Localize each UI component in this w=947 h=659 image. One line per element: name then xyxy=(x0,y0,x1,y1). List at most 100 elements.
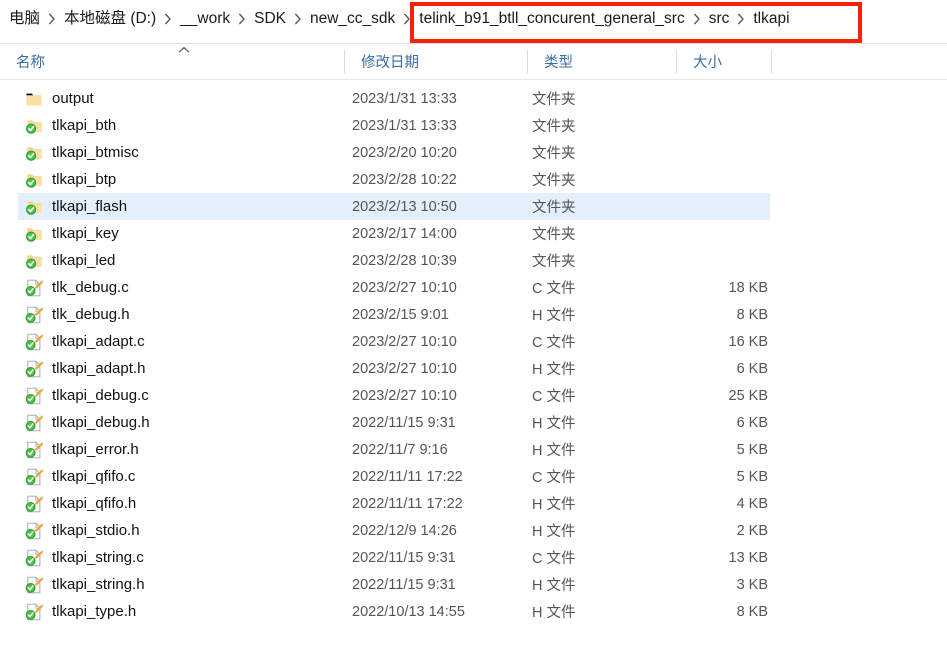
file-name-label: tlkapi_bth xyxy=(52,117,117,134)
cell-name[interactable]: tlkapi_adapt.h xyxy=(24,355,145,382)
cell-date-modified: 2023/2/27 10:10 xyxy=(352,279,457,296)
sort-ascending-icon xyxy=(178,46,190,54)
cell-name[interactable]: tlkapi_qfifo.h xyxy=(24,490,136,517)
file-list-row[interactable]: tlkapi_type.h 2022/10/13 14:55 H 文件 8 KB xyxy=(0,598,947,625)
file-list[interactable]: output 2023/1/31 13:33 文件夹 tlkapi_bth 2023/1… xyxy=(0,85,947,645)
breadcrumb-item[interactable]: new_cc_sdk xyxy=(307,7,398,31)
breadcrumb-item[interactable]: 本地磁盘 (D:) xyxy=(61,7,159,31)
chevron-right-icon[interactable] xyxy=(233,13,251,25)
source-file-checked-icon xyxy=(24,602,44,622)
cell-type: 文件夹 xyxy=(532,92,576,108)
file-name-label: tlkapi_string.c xyxy=(52,549,144,566)
cell-name[interactable]: tlkapi_qfifo.c xyxy=(24,463,135,490)
file-list-row[interactable]: tlkapi_btmisc 2023/2/20 10:20 文件夹 xyxy=(0,139,947,166)
file-name-label: tlkapi_flash xyxy=(52,198,128,215)
cell-type: H 文件 xyxy=(532,308,576,324)
file-list-row[interactable]: tlkapi_qfifo.c 2022/11/11 17:22 C 文件 5 KB xyxy=(0,463,947,490)
cell-size: 3 KB xyxy=(736,576,768,593)
column-header-size[interactable]: 大小 xyxy=(677,44,771,79)
cell-name[interactable]: tlkapi_key xyxy=(24,220,119,247)
file-list-row[interactable]: tlkapi_adapt.h 2023/2/27 10:10 H 文件 6 KB xyxy=(0,355,947,382)
file-list-row[interactable]: tlk_debug.h 2023/2/15 9:01 H 文件 8 KB xyxy=(0,301,947,328)
breadcrumb-item[interactable]: 电脑 xyxy=(6,7,43,31)
breadcrumb-item[interactable]: tlkapi xyxy=(750,7,792,31)
breadcrumb-item[interactable]: src xyxy=(706,7,733,31)
source-file-checked-icon xyxy=(24,305,44,325)
cell-date-modified: 2023/2/17 14:00 xyxy=(352,225,457,242)
breadcrumb[interactable]: 电脑 本地磁盘 (D:) __work SDK new_cc_sdk telink_b91… xyxy=(0,0,947,38)
file-list-row[interactable]: tlkapi_string.c 2022/11/15 9:31 C 文件 13 KB xyxy=(0,544,947,571)
cell-name[interactable]: tlkapi_error.h xyxy=(24,436,139,463)
cell-name[interactable]: tlkapi_string.c xyxy=(24,544,144,571)
file-name-label: output xyxy=(52,90,94,107)
cell-name[interactable]: output xyxy=(24,85,94,112)
cell-date-modified: 2022/11/15 9:31 xyxy=(352,576,456,593)
cell-name[interactable]: tlkapi_string.h xyxy=(24,571,145,598)
cell-name[interactable]: tlkapi_btp xyxy=(24,166,116,193)
cell-type: H 文件 xyxy=(532,416,576,432)
column-header-name[interactable]: 名称 xyxy=(0,44,344,79)
file-list-row[interactable]: tlkapi_debug.c 2023/2/27 10:10 C 文件 25 KB xyxy=(0,382,947,409)
chevron-right-icon[interactable] xyxy=(732,13,750,25)
file-list-row[interactable]: tlkapi_stdio.h 2022/12/9 14:26 H 文件 2 KB xyxy=(0,517,947,544)
file-list-row[interactable]: tlk_debug.c 2023/2/27 10:10 C 文件 18 KB xyxy=(0,274,947,301)
file-explorer-window: 电脑 本地磁盘 (D:) __work SDK new_cc_sdk telink_b91… xyxy=(0,0,947,659)
file-name-label: tlkapi_debug.h xyxy=(52,414,150,431)
file-list-row[interactable]: output 2023/1/31 13:33 文件夹 xyxy=(0,85,947,112)
column-divider-size[interactable] xyxy=(771,50,772,73)
file-list-row[interactable]: tlkapi_btp 2023/2/28 10:22 文件夹 xyxy=(0,166,947,193)
cell-name[interactable]: tlkapi_type.h xyxy=(24,598,136,625)
cell-name[interactable]: tlkapi_flash xyxy=(24,193,127,220)
source-file-checked-icon xyxy=(24,386,44,406)
cell-name[interactable]: tlkapi_led xyxy=(24,247,115,274)
cell-name[interactable]: tlkapi_debug.h xyxy=(24,409,150,436)
cell-name[interactable]: tlkapi_adapt.c xyxy=(24,328,145,355)
file-list-row[interactable]: tlkapi_led 2023/2/28 10:39 文件夹 xyxy=(0,247,947,274)
cell-type: 文件夹 xyxy=(532,227,576,243)
file-list-row[interactable]: tlkapi_flash 2023/2/13 10:50 文件夹 xyxy=(0,193,947,220)
cell-size xyxy=(616,220,768,247)
cell-size: 8 KB xyxy=(736,306,768,323)
file-name-label: tlkapi_error.h xyxy=(52,441,139,458)
cell-name[interactable]: tlkapi_debug.c xyxy=(24,382,149,409)
cell-type: 文件夹 xyxy=(532,254,576,270)
file-list-row[interactable]: tlkapi_qfifo.h 2022/11/11 17:22 H 文件 4 KB xyxy=(0,490,947,517)
file-list-row[interactable]: tlkapi_key 2023/2/17 14:00 文件夹 xyxy=(0,220,947,247)
cell-name[interactable]: tlk_debug.h xyxy=(24,301,130,328)
column-header-row: 名称 修改日期 类型 大小 xyxy=(0,44,947,79)
file-list-row[interactable]: tlkapi_debug.h 2022/11/15 9:31 H 文件 6 KB xyxy=(0,409,947,436)
file-list-row[interactable]: tlkapi_string.h 2022/11/15 9:31 H 文件 3 KB xyxy=(0,571,947,598)
cell-date-modified: 2023/2/15 9:01 xyxy=(352,306,449,323)
cell-type: C 文件 xyxy=(532,389,576,405)
file-list-row[interactable]: tlkapi_adapt.c 2023/2/27 10:10 C 文件 16 KB xyxy=(0,328,947,355)
file-name-label: tlkapi_btmisc xyxy=(52,144,139,161)
cell-name[interactable]: tlk_debug.c xyxy=(24,274,129,301)
column-header-date-modified[interactable]: 修改日期 xyxy=(345,44,527,79)
cell-date-modified: 2023/2/27 10:10 xyxy=(352,387,457,404)
cell-name[interactable]: tlkapi_bth xyxy=(24,112,116,139)
breadcrumb-item[interactable]: SDK xyxy=(251,7,289,31)
cell-name[interactable]: tlkapi_stdio.h xyxy=(24,517,140,544)
cell-date-modified: 2022/12/9 14:26 xyxy=(352,522,457,539)
cell-size: 25 KB xyxy=(728,387,769,404)
file-list-row[interactable]: tlkapi_error.h 2022/11/7 9:16 H 文件 5 KB xyxy=(0,436,947,463)
cell-date-modified: 2022/10/13 14:55 xyxy=(352,603,465,620)
chevron-right-icon[interactable] xyxy=(159,13,177,25)
chevron-right-icon[interactable] xyxy=(688,13,706,25)
chevron-right-icon[interactable] xyxy=(289,13,307,25)
chevron-right-icon[interactable] xyxy=(43,13,61,25)
chevron-right-icon[interactable] xyxy=(398,13,416,25)
source-file-checked-icon xyxy=(24,494,44,514)
cell-date-modified: 2023/2/27 10:10 xyxy=(352,333,457,350)
cell-name[interactable]: tlkapi_btmisc xyxy=(24,139,139,166)
folder-checked-icon xyxy=(24,116,44,136)
breadcrumb-item[interactable]: telink_b91_btll_concurent_general_src xyxy=(416,7,687,31)
folder-checked-icon xyxy=(24,143,44,163)
column-header-type[interactable]: 类型 xyxy=(528,44,676,79)
folder-checked-icon xyxy=(24,170,44,190)
file-list-row[interactable]: tlkapi_bth 2023/1/31 13:33 文件夹 xyxy=(0,112,947,139)
source-file-checked-icon xyxy=(24,548,44,568)
source-file-checked-icon xyxy=(24,359,44,379)
breadcrumb-item[interactable]: __work xyxy=(177,7,233,31)
file-name-label: tlkapi_qfifo.h xyxy=(52,495,137,512)
